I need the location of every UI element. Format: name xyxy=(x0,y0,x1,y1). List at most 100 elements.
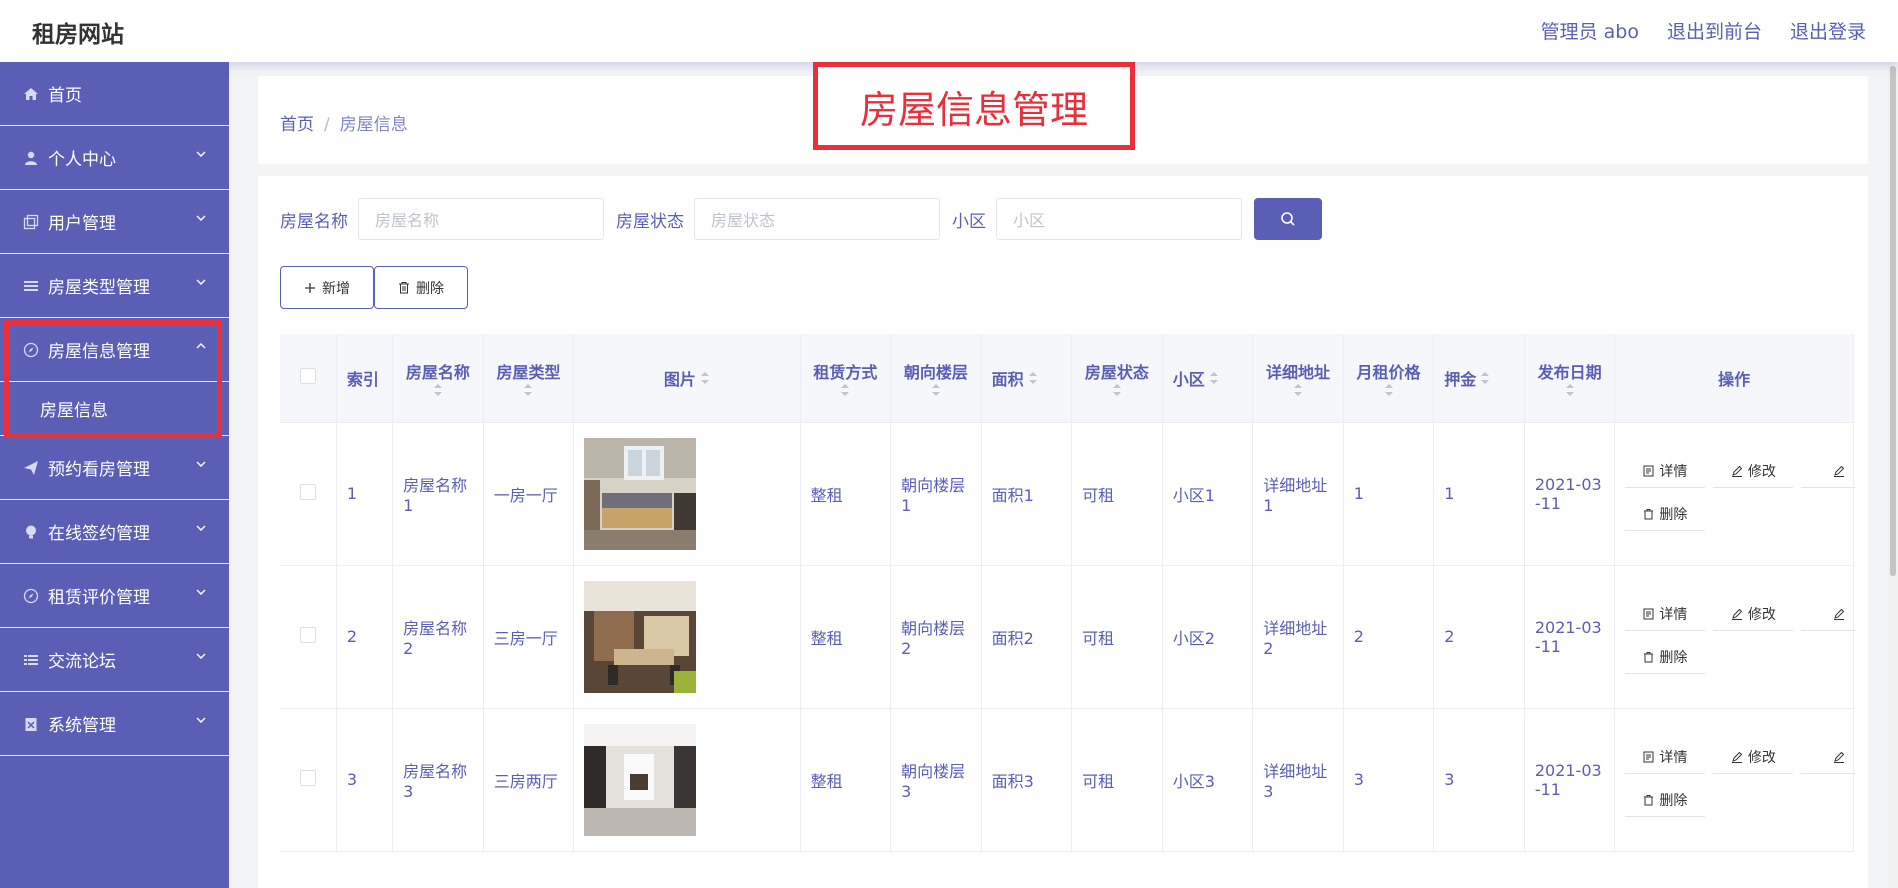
edit-button[interactable]: 修改 xyxy=(1713,742,1794,774)
col-status[interactable]: 房屋状态 xyxy=(1071,334,1163,423)
add-button[interactable]: 新增 xyxy=(280,266,374,309)
detail-button[interactable]: 详情 xyxy=(1625,456,1706,488)
sidebar-item-user-management[interactable]: 用户管理 xyxy=(0,190,229,254)
cell-orientation-line2: 2 xyxy=(901,639,912,658)
sidebar-item-forum[interactable]: 交流论坛 xyxy=(0,628,229,692)
col-orientation[interactable]: 朝向楼层 xyxy=(890,334,982,423)
filter-label-house-name: 房屋名称 xyxy=(280,211,348,232)
row-checkbox[interactable] xyxy=(299,483,316,500)
cell-rent-mode: 整租 xyxy=(800,422,892,566)
cell-deposit: 1 xyxy=(1433,422,1525,566)
cell-house-name: 房屋名称 1 xyxy=(392,422,484,566)
col-rent-mode[interactable]: 租赁方式 xyxy=(800,334,892,423)
search-button[interactable] xyxy=(1254,198,1322,240)
row-checkbox[interactable] xyxy=(299,626,316,643)
cell-community: 小区2 xyxy=(1162,565,1254,709)
sidebar-item-rental-review[interactable]: 租赁评价管理 xyxy=(0,564,229,628)
batch-delete-button[interactable]: 删除 xyxy=(374,266,468,309)
search-icon xyxy=(1281,212,1295,226)
compass-icon xyxy=(22,587,40,605)
cell-address: 详细地址 3 xyxy=(1252,708,1344,852)
delete-button-label: 删除 xyxy=(1659,507,1688,523)
cell-price: 2 xyxy=(1343,565,1435,709)
cell-house-name-line1: 房屋名称 xyxy=(403,762,468,781)
cell-house-type: 三房一厅 xyxy=(483,565,575,709)
filter-label-community: 小区 xyxy=(952,211,986,232)
detail-button-label: 详情 xyxy=(1659,750,1688,766)
house-status-input[interactable]: 房屋状态 xyxy=(694,198,940,240)
sidebar-item-home[interactable]: 首页 xyxy=(0,62,229,126)
col-price[interactable]: 月租价格 xyxy=(1343,334,1435,423)
edit-button-label: 修改 xyxy=(1747,607,1776,623)
col-house-type[interactable]: 房屋类型 xyxy=(483,334,575,423)
cell-house-type: 三房两厅 xyxy=(483,708,575,852)
cell-image xyxy=(573,422,801,566)
action-buttons: 新增 删除 xyxy=(280,266,468,309)
house-photo-bedroom[interactable] xyxy=(584,437,697,550)
col-house-name[interactable]: 房屋名称 xyxy=(392,334,484,423)
cell-address-line1: 详细地址 xyxy=(1263,619,1328,638)
cell-address-line1: 详细地址 xyxy=(1263,476,1328,495)
col-date[interactable]: 发布日期 xyxy=(1524,334,1616,423)
sidebar-item-personal-center[interactable]: 个人中心 xyxy=(0,126,229,190)
detail-button[interactable]: 详情 xyxy=(1625,599,1706,631)
page-scrollbar[interactable] xyxy=(1888,62,1898,888)
cell-address: 详细地址 1 xyxy=(1252,422,1344,566)
chevron-down-icon xyxy=(196,461,206,467)
scrollbar-thumb[interactable] xyxy=(1890,66,1896,576)
delete-button[interactable]: 删除 xyxy=(1625,642,1706,674)
breadcrumb-home[interactable]: 首页 xyxy=(280,115,314,135)
chevron-down-icon xyxy=(196,653,206,659)
col-image[interactable]: 图片 xyxy=(573,334,801,423)
cell-area: 面积2 xyxy=(981,565,1073,709)
col-ops: 操作 xyxy=(1614,334,1854,423)
sidebar-subitem-house-info[interactable]: 房屋信息 xyxy=(0,382,229,436)
row-checkbox-cell xyxy=(280,422,337,566)
sort-icon xyxy=(1481,371,1490,384)
cell-date-line2: -11 xyxy=(1534,636,1561,656)
cell-community: 小区3 xyxy=(1162,708,1254,852)
community-input[interactable]: 小区 xyxy=(996,198,1242,240)
edit-button[interactable]: 修改 xyxy=(1713,456,1794,488)
cell-date-line2: -11 xyxy=(1534,779,1561,799)
more-button[interactable] xyxy=(1801,742,1856,774)
logout-link[interactable]: 退出登录 xyxy=(1790,17,1866,44)
cell-price: 3 xyxy=(1343,708,1435,852)
col-community[interactable]: 小区 xyxy=(1162,334,1254,423)
house-photo-hallway[interactable] xyxy=(584,723,697,836)
row-checkbox[interactable] xyxy=(299,769,316,786)
cell-deposit: 2 xyxy=(1433,565,1525,709)
cell-date: 2021-03 -11 xyxy=(1524,422,1616,566)
col-image-label: 图片 xyxy=(663,369,696,389)
sort-icon xyxy=(524,383,533,396)
more-button[interactable] xyxy=(1801,456,1856,488)
edit-button[interactable]: 修改 xyxy=(1713,599,1794,631)
col-area-label: 面积 xyxy=(991,369,1024,389)
sort-icon xyxy=(433,383,442,396)
sidebar-item-house-type-management[interactable]: 房屋类型管理 xyxy=(0,254,229,318)
back-to-frontend-link[interactable]: 退出到前台 xyxy=(1667,17,1762,44)
sidebar-item-system-management[interactable]: 系统管理 xyxy=(0,692,229,756)
sidebar-item-house-info-management[interactable]: 房屋信息管理 xyxy=(0,318,229,382)
col-area[interactable]: 面积 xyxy=(981,334,1073,423)
sidebar-item-viewing-appointment[interactable]: 预约看房管理 xyxy=(0,436,229,500)
house-photo-dining[interactable] xyxy=(584,580,697,693)
chevron-down-icon xyxy=(196,525,206,531)
more-button[interactable] xyxy=(1801,599,1856,631)
cell-orientation-line2: 1 xyxy=(901,496,912,515)
sidebar-item-online-signing[interactable]: 在线签约管理 xyxy=(0,500,229,564)
edit-button-label: 修改 xyxy=(1747,750,1776,766)
cell-index: 2 xyxy=(336,565,394,709)
col-deposit[interactable]: 押金 xyxy=(1433,334,1525,423)
edit-icon xyxy=(1833,751,1845,763)
col-address[interactable]: 详细地址 xyxy=(1252,334,1344,423)
house-name-input[interactable]: 房屋名称 xyxy=(358,198,604,240)
cell-orientation-line1: 朝向楼层 xyxy=(901,619,966,638)
admin-user-link[interactable]: 管理员 abo xyxy=(1541,17,1639,44)
delete-button[interactable]: 删除 xyxy=(1625,499,1706,531)
detail-button[interactable]: 详情 xyxy=(1625,742,1706,774)
delete-button[interactable]: 删除 xyxy=(1625,785,1706,817)
select-all-checkbox[interactable] xyxy=(299,367,316,384)
cell-orientation: 朝向楼层 2 xyxy=(890,565,982,709)
cell-rent-mode: 整租 xyxy=(800,565,892,709)
